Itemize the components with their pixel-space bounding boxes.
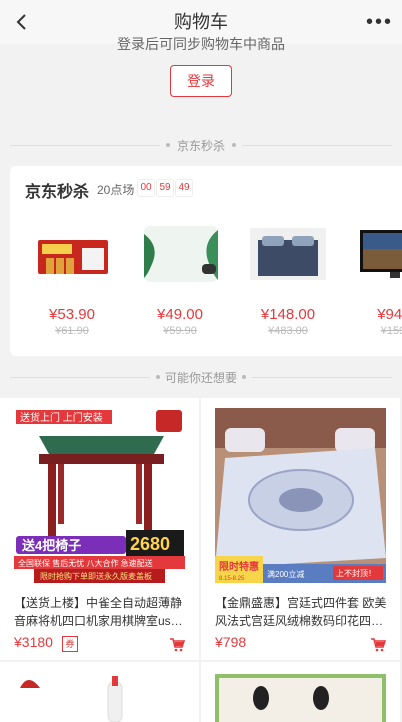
img-tag: 限时特惠: [219, 560, 259, 573]
seckill-price: ¥49.00: [157, 306, 203, 323]
product-price: ¥3180: [14, 634, 53, 650]
img-bottom-1: 全国联保 售后无忧 八大合作 急速配送: [18, 558, 153, 568]
login-tip: 登录后可同步购物车中商品: [117, 36, 285, 52]
countdown-minutes: 59: [156, 179, 174, 197]
seckill-price: ¥53.90: [49, 306, 95, 323]
bedding-set-image: 限时特惠 8.15-8.25 满200立减 上不封顶！: [215, 408, 386, 583]
product-card[interactable]: 送货上门 上门安装 送4把椅子 2680 全国联保 售后无忧 八大合作 急速配送…: [0, 398, 199, 660]
seckill-title[interactable]: 京东秒杀: [25, 178, 89, 202]
coupon-badge: 券: [62, 636, 78, 652]
seckill-divider: 京东秒杀: [10, 135, 392, 155]
login-button[interactable]: 登录: [170, 65, 232, 97]
img-banner: 送4把椅子: [21, 538, 81, 553]
product-card-partial[interactable]: [0, 662, 199, 722]
guess-divider: 可能你还想要: [10, 367, 392, 387]
countdown-seconds: 49: [175, 179, 193, 197]
seckill-price: ¥148.00: [260, 306, 316, 323]
seckill-original-price: ¥59.90: [163, 325, 197, 337]
seckill-round: 20点场: [97, 183, 135, 197]
img-price-number: 2680: [130, 534, 170, 554]
img-coupon-2: 上不封顶！: [336, 568, 376, 578]
seckill-price: ¥949.: [377, 306, 402, 323]
seckill-item[interactable]: ¥949. ¥1599: [350, 214, 402, 344]
seckill-original-price: ¥61.90: [55, 325, 89, 337]
img-date: 8.15-8.25: [219, 576, 245, 582]
mahjong-table-image: 送货上门 上门安装 送4把椅子 2680 全国联保 售后无忧 八大合作 急速配送…: [14, 408, 185, 583]
countdown-hours: 00: [137, 179, 155, 197]
seckill-item[interactable]: ¥53.90 ¥61.90: [26, 214, 118, 344]
product-card[interactable]: 限时特惠 8.15-8.25 满200立减 上不封顶！ 【金鼎盛惠】宫廷式四件套…: [201, 398, 400, 660]
monitor-product-image: [360, 230, 402, 278]
seckill-item[interactable]: ¥49.00 ¥59.90: [134, 214, 226, 344]
product-name: 【送货上楼】中雀全自动超薄静音麻将机四口机家用棋牌室us…: [14, 596, 183, 628]
product-card-partial[interactable]: [201, 662, 400, 722]
seckill-section: 京东秒杀 20点场 00 59 49 ¥53.90 ¥61.90 ¥49.00 …: [10, 166, 402, 356]
seckill-item[interactable]: ¥148.00 ¥483.00: [242, 214, 334, 344]
product-name: 【金鼎盛惠】宫廷式四件套 欧美风法式宫廷风绒棉数码印花四…: [215, 596, 387, 628]
product-image-partial: [20, 676, 123, 722]
bedding-product-image: [250, 228, 326, 280]
img-bottom-2: 限时抢购下单即送永久版麦盖板: [40, 571, 152, 581]
product-image-partial: [215, 674, 386, 722]
product-price: ¥798: [215, 634, 247, 650]
add-to-cart-icon[interactable]: [169, 636, 185, 652]
seckill-original-price: ¥1599: [380, 325, 402, 337]
more-icon[interactable]: •••: [366, 10, 391, 34]
img-top-label: 送货上门 上门安装: [20, 411, 103, 424]
mousepad-product-image: [144, 226, 218, 282]
seckill-original-price: ¥483.00: [268, 325, 308, 337]
battery-product-image: [38, 240, 108, 274]
add-to-cart-icon[interactable]: [370, 636, 386, 652]
img-coupon: 满200立减: [267, 569, 304, 579]
